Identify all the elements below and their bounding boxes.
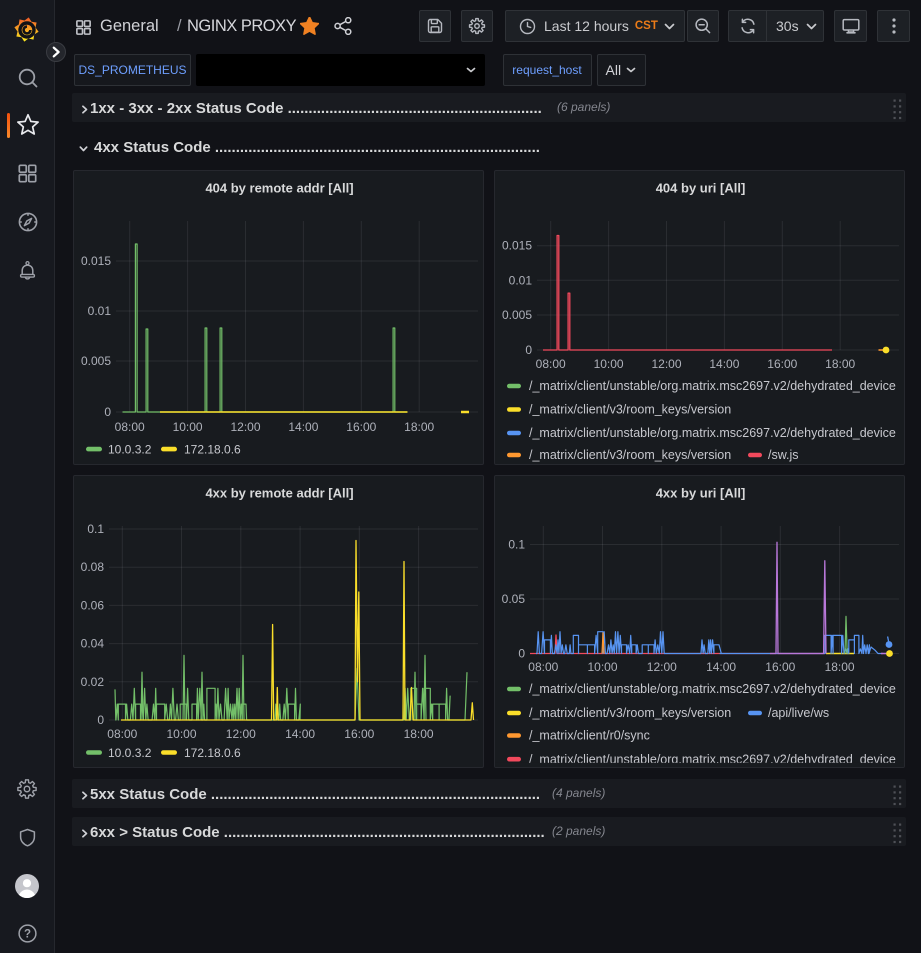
svg-text:404 by uri [All]: 404 by uri [All] [656,181,746,196]
svg-text:12:00: 12:00 [651,357,681,371]
svg-text:0.01: 0.01 [88,304,112,318]
svg-text:16:00: 16:00 [344,727,374,741]
svg-text:4xx by remote addr [All]: 4xx by remote addr [All] [205,486,353,501]
svg-text:08:00: 08:00 [536,357,566,371]
svg-text:0.02: 0.02 [81,675,105,689]
svg-text:10:00: 10:00 [587,660,617,674]
svg-text:/api/live/ws: /api/live/ws [768,706,829,720]
svg-text:?: ? [24,929,31,941]
svg-text:/_matrix/client/r0/sync: /_matrix/client/r0/sync [529,729,650,743]
svg-text:16:00: 16:00 [346,420,376,434]
svg-text:/_matrix/client/unstable/org.m: /_matrix/client/unstable/org.matrix.msc2… [529,426,896,440]
svg-text:0.005: 0.005 [81,354,111,368]
svg-text:0.015: 0.015 [502,239,532,253]
svg-text:18:00: 18:00 [404,420,434,434]
svg-text:10.0.3.2: 10.0.3.2 [108,746,152,760]
svg-text:4xx by uri [All]: 4xx by uri [All] [656,486,746,501]
svg-text:0.1: 0.1 [508,538,525,552]
svg-text:16:00: 16:00 [767,357,797,371]
svg-text:10:00: 10:00 [594,357,624,371]
svg-text:0: 0 [525,343,532,357]
svg-text:0.08: 0.08 [81,560,105,574]
svg-text:0: 0 [97,713,104,727]
svg-text:10.0.3.2: 10.0.3.2 [108,442,152,456]
svg-text:0.015: 0.015 [81,254,111,268]
svg-text:08:00: 08:00 [107,727,137,741]
svg-text:0: 0 [518,647,525,661]
svg-text:0.06: 0.06 [81,598,105,612]
svg-text:18:00: 18:00 [825,357,855,371]
svg-text:12:00: 12:00 [647,660,677,674]
svg-text:/_matrix/client/unstable/org.m: /_matrix/client/unstable/org.matrix.msc2… [529,682,896,696]
svg-text:14:00: 14:00 [288,420,318,434]
svg-text:0: 0 [104,405,111,419]
svg-text:10:00: 10:00 [173,420,203,434]
svg-text:08:00: 08:00 [528,660,558,674]
svg-text:14:00: 14:00 [285,727,315,741]
svg-text:10:00: 10:00 [166,727,196,741]
svg-text:0.01: 0.01 [509,273,533,287]
svg-text:0.04: 0.04 [81,637,105,651]
svg-text:/_matrix/client/v3/room_keys/v: /_matrix/client/v3/room_keys/version [529,403,731,417]
svg-text:0.1: 0.1 [87,522,104,536]
svg-text:172.18.0.6: 172.18.0.6 [184,442,241,456]
svg-text:0.005: 0.005 [502,308,532,322]
svg-text:08:00: 08:00 [115,420,145,434]
svg-text:12:00: 12:00 [226,727,256,741]
svg-text:172.18.0.6: 172.18.0.6 [184,746,241,760]
svg-text:/_matrix/client/unstable/org.m: /_matrix/client/unstable/org.matrix.msc2… [529,379,896,393]
svg-text:18:00: 18:00 [404,727,434,741]
svg-text:16:00: 16:00 [765,660,795,674]
svg-text:18:00: 18:00 [825,660,855,674]
svg-text:14:00: 14:00 [706,660,736,674]
svg-text:404 by remote addr [All]: 404 by remote addr [All] [205,181,353,196]
svg-text:0.05: 0.05 [502,592,526,606]
svg-text:14:00: 14:00 [709,357,739,371]
svg-text:/_matrix/client/v3/room_keys/v: /_matrix/client/v3/room_keys/version [529,706,731,720]
svg-text:/sw.js: /sw.js [768,448,799,462]
svg-text:/_matrix/client/v3/room_keys/v: /_matrix/client/v3/room_keys/version [529,448,731,462]
svg-text:12:00: 12:00 [230,420,260,434]
